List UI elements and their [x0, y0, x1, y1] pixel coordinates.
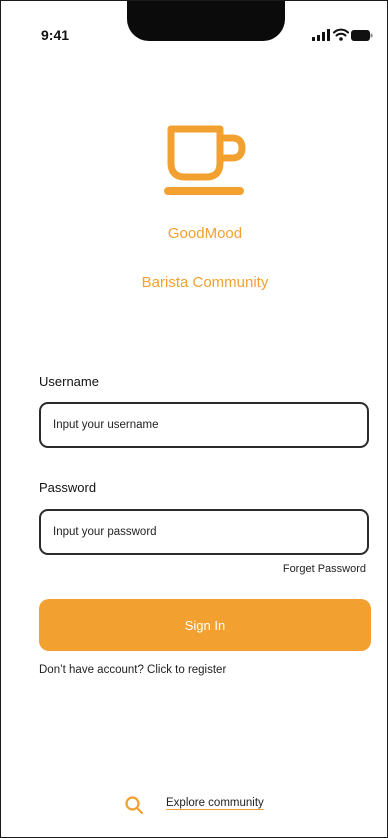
status-time: 9:41: [41, 27, 70, 43]
username-input[interactable]: [41, 404, 367, 446]
coffee-cup-icon: [164, 125, 246, 195]
username-field[interactable]: [39, 402, 369, 448]
phone-screen: 9:41 GoodMood Barista Community Username…: [0, 0, 388, 838]
username-label: Username: [39, 374, 99, 389]
wifi-icon: [333, 28, 349, 41]
brand-name: GoodMood: [167, 225, 243, 242]
register-link[interactable]: Don’t have account? Click to register: [39, 664, 299, 676]
forget-password-link[interactable]: Forget Password: [251, 563, 366, 575]
password-input[interactable]: [41, 511, 367, 553]
explore-community-link[interactable]: Explore community: [124, 794, 294, 816]
brand-tagline: Barista Community: [141, 274, 269, 291]
notch: [127, 1, 285, 41]
password-field[interactable]: [39, 509, 369, 555]
password-label: Password: [39, 480, 97, 495]
battery-icon: [351, 30, 373, 41]
explore-community-label: Explore community: [166, 797, 264, 809]
status-bar: 9:41: [1, 1, 387, 51]
search-icon: [125, 796, 144, 815]
sign-in-button[interactable]: Sign In: [39, 599, 371, 651]
cellular-signal-icon: [312, 29, 330, 41]
status-icons: [312, 28, 373, 43]
